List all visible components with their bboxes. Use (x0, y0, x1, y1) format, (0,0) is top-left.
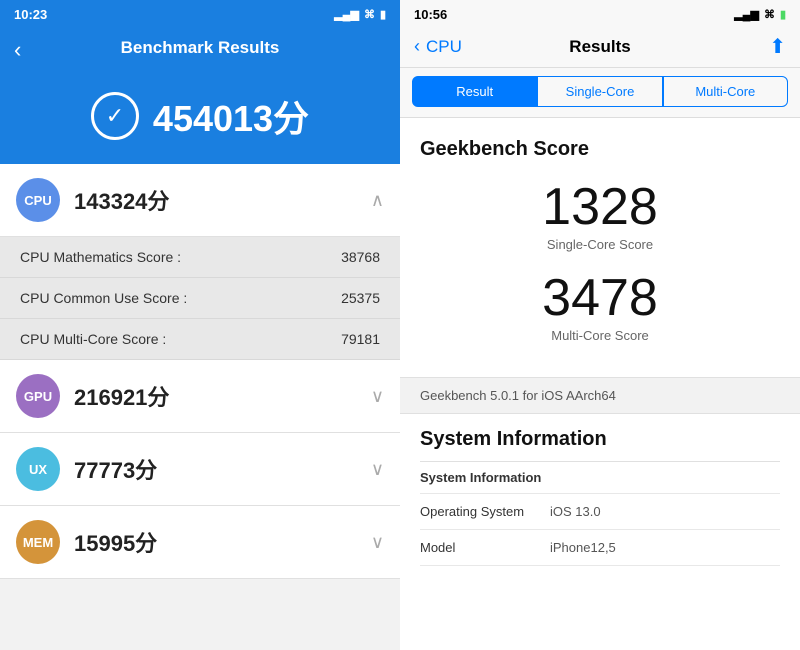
score-check-icon: ✓ (91, 92, 139, 140)
category-mem-row[interactable]: MEM 15995分 ∨ (0, 506, 400, 579)
cpu-sub-rows: CPU Mathematics Score : 38768 CPU Common… (0, 237, 400, 360)
single-core-label: Single-Core Score (420, 237, 780, 252)
sys-row-model: Model iPhone12,5 (420, 530, 780, 566)
gpu-score: 216921分 (74, 380, 371, 412)
sub-row-multi: CPU Multi-Core Score : 79181 (0, 319, 400, 360)
categories-list: CPU 143324分 ∧ CPU Mathematics Score : 38… (0, 164, 400, 650)
score-section: ✓ 454013分 (0, 72, 400, 164)
ux-score: 77773分 (74, 453, 371, 485)
tab-result[interactable]: Result (412, 76, 537, 107)
tab-single-core[interactable]: Single-Core (537, 76, 662, 107)
sys-val-os: iOS 13.0 (550, 504, 601, 519)
sub-label-common: CPU Common Use Score : (20, 290, 187, 306)
sys-val-model: iPhone12,5 (550, 540, 616, 555)
battery-icon: ▮ (380, 8, 386, 21)
sys-key-model: Model (420, 540, 550, 555)
right-time: 10:56 (414, 7, 447, 22)
sub-label-math: CPU Mathematics Score : (20, 249, 181, 265)
right-signal-icon: ▂▄▆ (734, 8, 759, 21)
tab-multi-core[interactable]: Multi-Core (663, 76, 788, 107)
tabs-row: Result Single-Core Multi-Core (400, 68, 800, 118)
sub-value-common: 25375 (341, 290, 380, 306)
right-battery-icon: ▮ (780, 8, 786, 21)
total-score: 454013分 (153, 90, 309, 142)
geekbench-title: Geekbench Score (420, 138, 780, 161)
sub-row-math: CPU Mathematics Score : 38768 (0, 237, 400, 278)
cpu-score: 143324分 (74, 184, 371, 216)
back-button[interactable]: ‹ (14, 37, 21, 63)
multi-core-label: Multi-Core Score (420, 328, 780, 343)
right-nav-title: Results (569, 37, 630, 57)
mem-score: 15995分 (74, 526, 371, 558)
sub-value-math: 38768 (341, 249, 380, 265)
mem-chevron: ∨ (371, 532, 384, 553)
gpu-badge: GPU (16, 374, 60, 418)
geekbench-section: Geekbench Score 1328 Single-Core Score 3… (400, 118, 800, 377)
right-back-button[interactable]: ‹ (414, 36, 420, 57)
signal-icon: ▂▄▆ (334, 8, 359, 21)
sys-key-os: Operating System (420, 504, 550, 519)
header-title: Benchmark Results (121, 38, 280, 57)
multi-core-block: 3478 Multi-Core Score (420, 272, 780, 343)
wifi-icon: ⌘ (364, 8, 375, 21)
left-time: 10:23 (14, 7, 47, 22)
geekbench-note: Geekbench 5.0.1 for iOS AArch64 (400, 377, 800, 414)
right-wifi-icon: ⌘ (764, 8, 775, 21)
right-panel: 10:56 ▂▄▆ ⌘ ▮ ‹ CPU Results ⬆ Result Sin… (400, 0, 800, 650)
ux-chevron: ∨ (371, 459, 384, 480)
system-info-title: System Information (420, 428, 780, 451)
left-status-bar: 10:23 ▂▄▆ ⌘ ▮ (0, 0, 400, 28)
left-status-icons: ▂▄▆ ⌘ ▮ (334, 8, 386, 21)
sys-table: System Information Operating System iOS … (420, 461, 780, 566)
right-status-bar: 10:56 ▂▄▆ ⌘ ▮ (400, 0, 800, 28)
right-nav: ‹ CPU Results ⬆ (400, 28, 800, 68)
right-content: Geekbench Score 1328 Single-Core Score 3… (400, 118, 800, 650)
cpu-chevron: ∧ (371, 190, 384, 211)
system-info-section: System Information System Information Op… (400, 414, 800, 566)
cpu-badge: CPU (16, 178, 60, 222)
multi-core-score: 3478 (420, 272, 780, 324)
right-share-button[interactable]: ⬆ (769, 34, 786, 59)
mem-badge: MEM (16, 520, 60, 564)
category-cpu-row[interactable]: CPU 143324分 ∧ (0, 164, 400, 237)
sub-value-multi: 79181 (341, 331, 380, 347)
right-status-icons: ▂▄▆ ⌘ ▮ (734, 8, 786, 21)
sub-label-multi: CPU Multi-Core Score : (20, 331, 166, 347)
gpu-chevron: ∨ (371, 386, 384, 407)
category-cpu[interactable]: CPU 143324分 ∧ CPU Mathematics Score : 38… (0, 164, 400, 360)
sys-table-header: System Information (420, 462, 780, 494)
right-nav-wrapper: ‹ CPU Results ⬆ (414, 34, 786, 59)
ux-badge: UX (16, 447, 60, 491)
single-core-score: 1328 (420, 181, 780, 233)
single-core-block: 1328 Single-Core Score (420, 181, 780, 252)
sys-row-os: Operating System iOS 13.0 (420, 494, 780, 530)
sub-row-common: CPU Common Use Score : 25375 (0, 278, 400, 319)
left-panel: 10:23 ▂▄▆ ⌘ ▮ ‹ Benchmark Results ✓ 4540… (0, 0, 400, 650)
category-ux-row[interactable]: UX 77773分 ∨ (0, 433, 400, 506)
right-cpu-link[interactable]: CPU (426, 37, 462, 57)
category-gpu-row[interactable]: GPU 216921分 ∨ (0, 360, 400, 433)
left-header: ‹ Benchmark Results (0, 28, 400, 72)
